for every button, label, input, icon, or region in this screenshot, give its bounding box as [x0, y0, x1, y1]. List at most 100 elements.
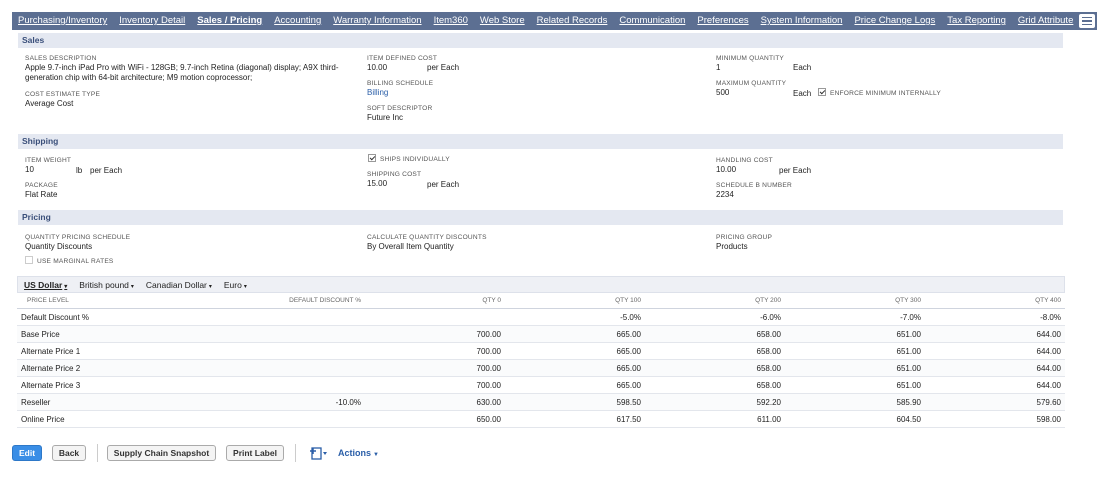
- use-marginal-rates-checkbox[interactable]: [25, 256, 33, 264]
- tab-inventory-detail[interactable]: Inventory Detail: [113, 12, 191, 30]
- minimum-quantity-label: MINIMUM QUANTITY: [716, 55, 785, 62]
- tab-item360[interactable]: Item360: [428, 12, 474, 30]
- price-cell: [165, 308, 365, 326]
- pricing-section-header[interactable]: Pricing: [18, 210, 1063, 225]
- price-cell: 651.00: [785, 359, 925, 377]
- sales-section-header[interactable]: Sales: [18, 33, 1063, 48]
- enforce-minimum-label: ENFORCE MINIMUM INTERNALLY: [830, 90, 941, 97]
- price-cell: 700.00: [365, 359, 505, 377]
- pricing-group-label: PRICING GROUP: [716, 234, 773, 241]
- price-cell: [165, 376, 365, 394]
- table-row[interactable]: Alternate Price 1 700.00 665.00 658.00 651.0…: [17, 342, 1065, 360]
- currency-tab-british-pound[interactable]: British pound ▾: [79, 280, 134, 290]
- table-row[interactable]: Default Discount % -5.0% -6.0% -7.0% -8.0%: [17, 308, 1065, 326]
- billing-schedule-label: BILLING SCHEDULE: [367, 80, 434, 87]
- cost-estimate-type-field: COST ESTIMATE TYPE Average Cost: [25, 90, 100, 109]
- schedule-b-field: SCHEDULE B NUMBER 2234: [716, 181, 792, 200]
- price-cell: -6.0%: [645, 308, 785, 326]
- item-defined-cost-label: ITEM DEFINED COST: [367, 55, 438, 62]
- currency-tab-bar: US Dollar ▾ British pound ▾ Canadian Dollar ▾…: [17, 276, 1065, 293]
- menu-icon[interactable]: [1079, 14, 1095, 28]
- price-cell: 604.50: [785, 410, 925, 428]
- tab-communication[interactable]: Communication: [613, 12, 691, 30]
- currency-label: British pound: [79, 279, 129, 290]
- tab-accounting[interactable]: Accounting: [268, 12, 327, 30]
- currency-label: Canadian Dollar: [145, 279, 207, 290]
- chevron-down-icon: ▼: [373, 452, 379, 458]
- price-cell: [165, 359, 365, 377]
- edit-button[interactable]: Edit: [12, 445, 42, 461]
- price-cell: 658.00: [645, 376, 785, 394]
- column-header: QTY 400: [925, 293, 1065, 309]
- subtab-bar: Purchasing/Inventory Inventory Detail Sale…: [12, 12, 1097, 30]
- price-cell: 658.00: [645, 359, 785, 377]
- table-header-row: PRICE LEVEL DEFAULT DISCOUNT % QTY 0 QTY 10…: [17, 293, 1065, 309]
- price-level-name: Base Price: [17, 325, 165, 343]
- cost-estimate-type-value: Average Cost: [25, 99, 74, 108]
- table-row[interactable]: Alternate Price 3 700.00 665.00 658.00 651.0…: [17, 376, 1065, 394]
- price-cell: 644.00: [925, 325, 1065, 343]
- maximum-quantity-field: MAXIMUM QUANTITY 500: [716, 79, 786, 98]
- column-header: DEFAULT DISCOUNT %: [165, 293, 365, 309]
- price-cell: 611.00: [645, 410, 785, 428]
- enforce-minimum-checkbox[interactable]: [818, 88, 826, 96]
- price-cell: 700.00: [365, 376, 505, 394]
- actions-menu[interactable]: Actions ▼: [338, 448, 379, 458]
- billing-schedule-link[interactable]: Billing: [367, 88, 433, 98]
- table-row[interactable]: Base Price 700.00 665.00 658.00 651.00 644.00: [17, 325, 1065, 343]
- caret-down-icon: ▾: [243, 283, 247, 290]
- quantity-pricing-schedule-value: Quantity Discounts: [25, 242, 93, 251]
- price-cell: 644.00: [925, 342, 1065, 360]
- price-level-name: Default Discount %: [17, 308, 165, 326]
- quantity-pricing-schedule-label: QUANTITY PRICING SCHEDULE: [25, 234, 131, 241]
- print-label-button[interactable]: Print Label: [226, 445, 284, 461]
- caret-down-icon: ▾: [208, 283, 212, 290]
- quantity-pricing-schedule-field: QUANTITY PRICING SCHEDULE Quantity Disco…: [25, 233, 130, 252]
- tab-warranty-information[interactable]: Warranty Information: [327, 12, 427, 30]
- price-level-name: Alternate Price 2: [17, 359, 165, 377]
- item-weight-label: ITEM WEIGHT: [25, 157, 72, 164]
- add-record-icon[interactable]: [307, 445, 329, 461]
- price-cell: 592.20: [645, 393, 785, 411]
- currency-tab-us-dollar[interactable]: US Dollar ▾: [24, 280, 67, 290]
- tab-system-information[interactable]: System Information: [755, 12, 849, 30]
- tab-preferences[interactable]: Preferences: [691, 12, 754, 30]
- tab-grid-attribute[interactable]: Grid Attribute: [1012, 12, 1079, 30]
- tab-tax-reporting[interactable]: Tax Reporting: [941, 12, 1012, 30]
- item-weight-unit: lb: [76, 166, 83, 175]
- item-weight-value: 10: [25, 165, 34, 174]
- supply-chain-snapshot-button[interactable]: Supply Chain Snapshot: [107, 445, 216, 461]
- schedule-b-value: 2234: [716, 190, 734, 199]
- price-cell: 630.00: [365, 393, 505, 411]
- price-cell: [165, 325, 365, 343]
- tab-related-records[interactable]: Related Records: [531, 12, 614, 30]
- price-cell: 579.60: [925, 393, 1065, 411]
- table-row[interactable]: Reseller -10.0% 630.00 598.50 592.20 585.90 57…: [17, 393, 1065, 411]
- soft-descriptor-value: Future Inc: [367, 113, 404, 122]
- cost-estimate-type-label: COST ESTIMATE TYPE: [25, 91, 101, 98]
- tab-purchasing-inventory[interactable]: Purchasing/Inventory: [12, 12, 113, 30]
- price-cell: 598.50: [505, 393, 645, 411]
- shipping-cost-unit: per Each: [427, 180, 460, 189]
- currency-tab-canadian-dollar[interactable]: Canadian Dollar ▾: [146, 280, 212, 290]
- tab-price-change-logs[interactable]: Price Change Logs: [848, 12, 941, 30]
- package-value: Flat Rate: [25, 190, 58, 199]
- tab-web-store[interactable]: Web Store: [474, 12, 531, 30]
- ships-individually-checkbox[interactable]: [368, 154, 376, 162]
- calculate-quantity-discounts-label: CALCULATE QUANTITY DISCOUNTS: [367, 234, 487, 241]
- table-row[interactable]: Alternate Price 2 700.00 665.00 658.00 651.0…: [17, 359, 1065, 377]
- price-cell: 651.00: [785, 342, 925, 360]
- price-cell: -7.0%: [785, 308, 925, 326]
- handling-cost-field: HANDLING COST 10.00: [716, 156, 773, 175]
- table-row[interactable]: Online Price 650.00 617.50 611.00 604.50 598.…: [17, 410, 1065, 428]
- currency-tab-euro[interactable]: Euro ▾: [224, 280, 247, 290]
- price-cell: 644.00: [925, 376, 1065, 394]
- shipping-section-header[interactable]: Shipping: [18, 134, 1063, 149]
- button-separator: [97, 444, 98, 462]
- back-button[interactable]: Back: [52, 445, 86, 461]
- soft-descriptor-label: SOFT DESCRIPTOR: [367, 105, 433, 112]
- currency-label: US Dollar: [24, 279, 63, 290]
- caret-down-icon: ▾: [130, 283, 134, 290]
- price-cell: [365, 308, 505, 326]
- tab-sales-pricing[interactable]: Sales / Pricing: [191, 12, 268, 30]
